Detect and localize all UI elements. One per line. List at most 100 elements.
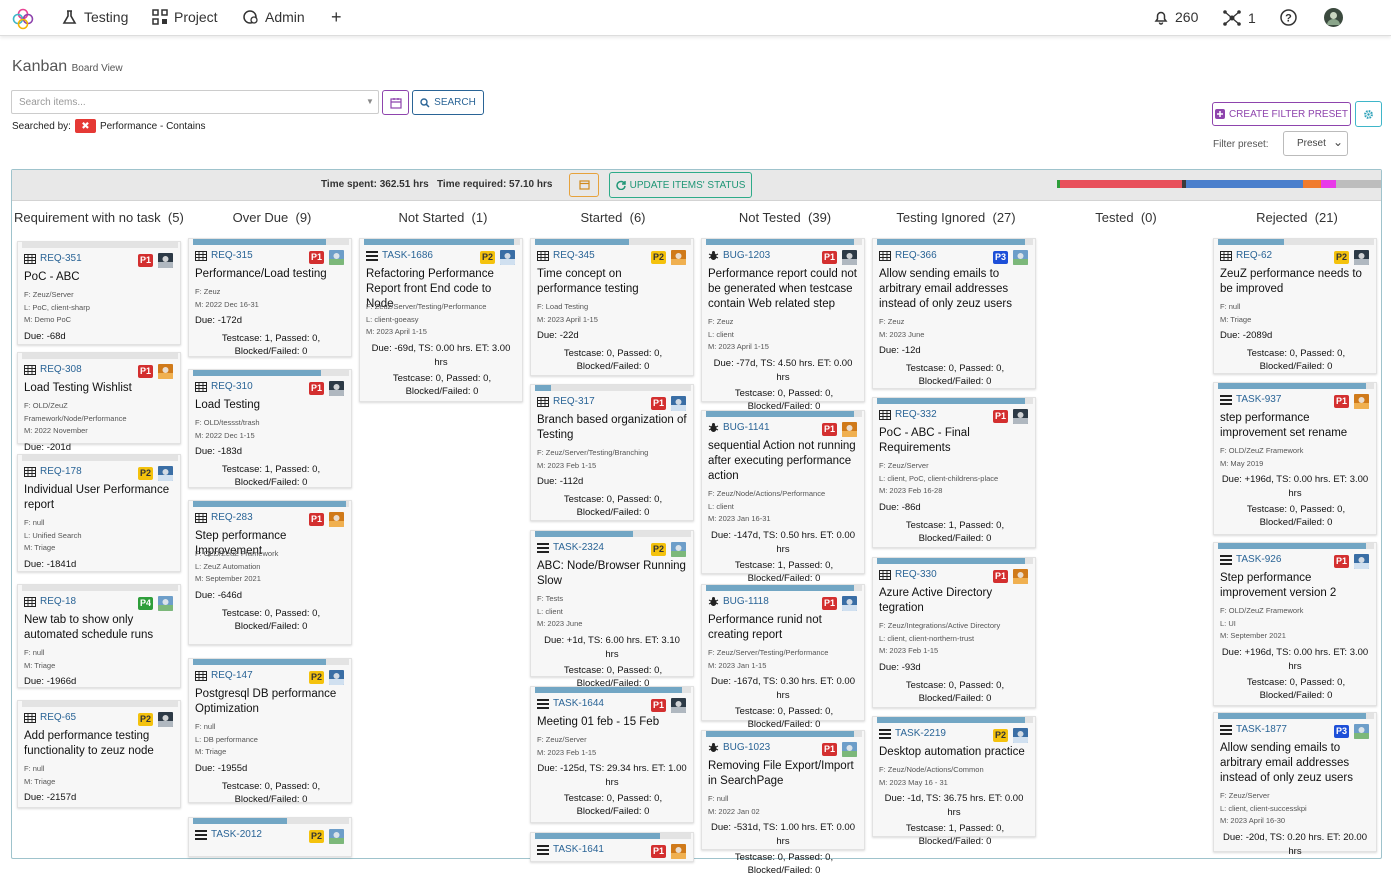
kanban-card[interactable]: REQ-366 P3 Allow sending emails to arbitra… — [872, 238, 1036, 389]
kanban-card[interactable]: REQ-332 P1 PoC - ABC - Final Requirements F… — [872, 397, 1036, 548]
card-id-link[interactable]: REQ-315 — [195, 250, 253, 261]
card-id-link[interactable]: REQ-18 — [24, 596, 76, 607]
kanban-card[interactable]: TASK-1641 P1 — [530, 832, 694, 862]
card-id-link[interactable]: REQ-178 — [24, 466, 82, 477]
card-id[interactable]: BUG-1118 — [723, 596, 769, 607]
card-id[interactable]: REQ-18 — [40, 596, 76, 607]
card-id[interactable]: REQ-345 — [553, 250, 595, 261]
card-id[interactable]: REQ-366 — [895, 250, 937, 261]
assignee-avatar[interactable] — [329, 829, 344, 844]
card-id[interactable]: TASK-1686 — [382, 250, 433, 261]
assignee-avatar[interactable] — [329, 670, 344, 685]
card-id-link[interactable]: REQ-62 — [1220, 250, 1272, 261]
kanban-card[interactable]: REQ-315 P1 Performance/Load testing F: Zeuz… — [188, 238, 352, 357]
card-id[interactable]: REQ-315 — [211, 250, 253, 261]
kanban-card[interactable]: TASK-2012 P2 — [188, 817, 352, 857]
assignee-avatar[interactable] — [671, 250, 686, 265]
kanban-card[interactable]: REQ-178 P2 Individual User Performance rep… — [17, 454, 181, 572]
assignee-avatar[interactable] — [158, 253, 173, 268]
kanban-card[interactable]: REQ-283 P1 Step performance Improvement F: … — [188, 500, 352, 645]
assignee-avatar[interactable] — [329, 381, 344, 396]
calendar-button[interactable] — [382, 90, 409, 115]
card-id[interactable]: REQ-332 — [895, 409, 937, 420]
card-id[interactable]: REQ-308 — [40, 364, 82, 375]
card-id-link[interactable]: REQ-330 — [879, 569, 937, 580]
card-id-link[interactable]: BUG-1203 — [708, 250, 770, 261]
card-id[interactable]: REQ-283 — [211, 512, 253, 523]
assignee-avatar[interactable] — [1013, 728, 1028, 743]
assignee-avatar[interactable] — [1354, 250, 1369, 265]
kanban-card[interactable]: TASK-926 P1 Step performance improvement v… — [1213, 542, 1377, 706]
assignee-avatar[interactable] — [842, 596, 857, 611]
card-id-link[interactable]: TASK-926 — [1220, 554, 1281, 565]
card-id-link[interactable]: TASK-2324 — [537, 542, 604, 553]
help-button[interactable]: ? — [1280, 9, 1297, 26]
kanban-card[interactable]: BUG-1141 P1 sequential Action not running … — [701, 410, 865, 584]
kanban-card[interactable]: TASK-2324 P2 ABC: Node/Browser Running Slo… — [530, 530, 694, 689]
card-id[interactable]: TASK-2012 — [211, 829, 262, 840]
card-id-link[interactable]: BUG-1023 — [708, 742, 770, 753]
card-id-link[interactable]: TASK-937 — [1220, 394, 1281, 405]
assignee-avatar[interactable] — [1354, 724, 1369, 739]
card-id[interactable]: TASK-1644 — [553, 698, 604, 709]
assignee-avatar[interactable] — [842, 742, 857, 757]
assignee-avatar[interactable] — [842, 250, 857, 265]
kanban-card[interactable]: TASK-937 P1 step performance improvement s… — [1213, 382, 1377, 535]
kanban-card[interactable]: REQ-62 P2 ZeuZ performance needs to be imp… — [1213, 238, 1377, 374]
settings-button[interactable] — [1355, 101, 1382, 127]
kanban-card[interactable]: REQ-18 P4 New tab to show only automated s… — [17, 584, 181, 688]
card-id[interactable]: REQ-317 — [553, 396, 595, 407]
nav-project[interactable]: Project — [152, 9, 218, 25]
card-id[interactable]: BUG-1141 — [723, 422, 770, 433]
assignee-avatar[interactable] — [329, 250, 344, 265]
card-id-link[interactable]: TASK-1686 — [366, 250, 433, 261]
app-logo[interactable] — [12, 8, 34, 30]
card-id-link[interactable]: BUG-1118 — [708, 596, 769, 607]
card-id[interactable]: TASK-1877 — [1236, 724, 1287, 735]
assignee-avatar[interactable] — [158, 466, 173, 481]
search-button[interactable]: SEARCH — [412, 90, 484, 115]
nav-admin[interactable]: Admin — [243, 9, 305, 25]
kanban-card[interactable]: TASK-1686 P2 Refactoring Performance Repor… — [359, 238, 523, 402]
card-id-link[interactable]: REQ-147 — [195, 670, 253, 681]
card-id-link[interactable]: TASK-1644 — [537, 698, 604, 709]
card-id[interactable]: TASK-2219 — [895, 728, 946, 739]
assignee-avatar[interactable] — [671, 542, 686, 557]
assignee-avatar[interactable] — [671, 844, 686, 859]
filter-preset-select[interactable]: Preset ⌄ — [1283, 131, 1348, 156]
card-id[interactable]: REQ-351 — [40, 253, 82, 264]
card-id-link[interactable]: TASK-2219 — [879, 728, 946, 739]
remove-filter-button[interactable]: ✖ — [74, 119, 96, 133]
kanban-card[interactable]: BUG-1023 P1 Removing File Export/Import in… — [701, 730, 865, 876]
kanban-card[interactable]: REQ-65 P2 Add performance testing function… — [17, 700, 181, 808]
kanban-card[interactable]: REQ-147 P2 Postgresql DB performance Optim… — [188, 658, 352, 805]
card-id[interactable]: REQ-147 — [211, 670, 253, 681]
network-button[interactable]: 1 — [1222, 9, 1256, 27]
assignee-avatar[interactable] — [1013, 409, 1028, 424]
card-id-link[interactable]: REQ-65 — [24, 712, 76, 723]
search-input[interactable] — [11, 90, 379, 114]
card-id-link[interactable]: REQ-283 — [195, 512, 253, 523]
card-id[interactable]: REQ-330 — [895, 569, 937, 580]
card-id-link[interactable]: BUG-1141 — [708, 422, 770, 433]
assignee-avatar[interactable] — [500, 250, 515, 265]
card-id-link[interactable]: REQ-317 — [537, 396, 595, 407]
card-id[interactable]: REQ-62 — [1236, 250, 1272, 261]
card-id[interactable]: TASK-937 — [1236, 394, 1281, 405]
kanban-card[interactable]: REQ-345 P2 Time concept on performance tes… — [530, 238, 694, 376]
card-id[interactable]: TASK-926 — [1236, 554, 1281, 565]
kanban-card[interactable]: REQ-330 P1 Azure Active Directory tegratio… — [872, 557, 1036, 708]
kanban-card[interactable]: REQ-308 P1 Load Testing Wishlist F: OLD/Zeu… — [17, 352, 181, 453]
nav-testing[interactable]: Testing — [62, 9, 128, 25]
assignee-avatar[interactable] — [1354, 394, 1369, 409]
add-icon[interactable]: + — [331, 7, 342, 28]
card-id[interactable]: BUG-1203 — [723, 250, 770, 261]
notifications-button[interactable]: 260 — [1153, 9, 1198, 25]
card-id[interactable]: REQ-178 — [40, 466, 82, 477]
assignee-avatar[interactable] — [842, 422, 857, 437]
card-id-link[interactable]: TASK-1641 — [537, 844, 604, 855]
assignee-avatar[interactable] — [329, 512, 344, 527]
assignee-avatar[interactable] — [158, 364, 173, 379]
card-id-link[interactable]: REQ-366 — [879, 250, 937, 261]
user-avatar[interactable] — [1324, 8, 1343, 27]
